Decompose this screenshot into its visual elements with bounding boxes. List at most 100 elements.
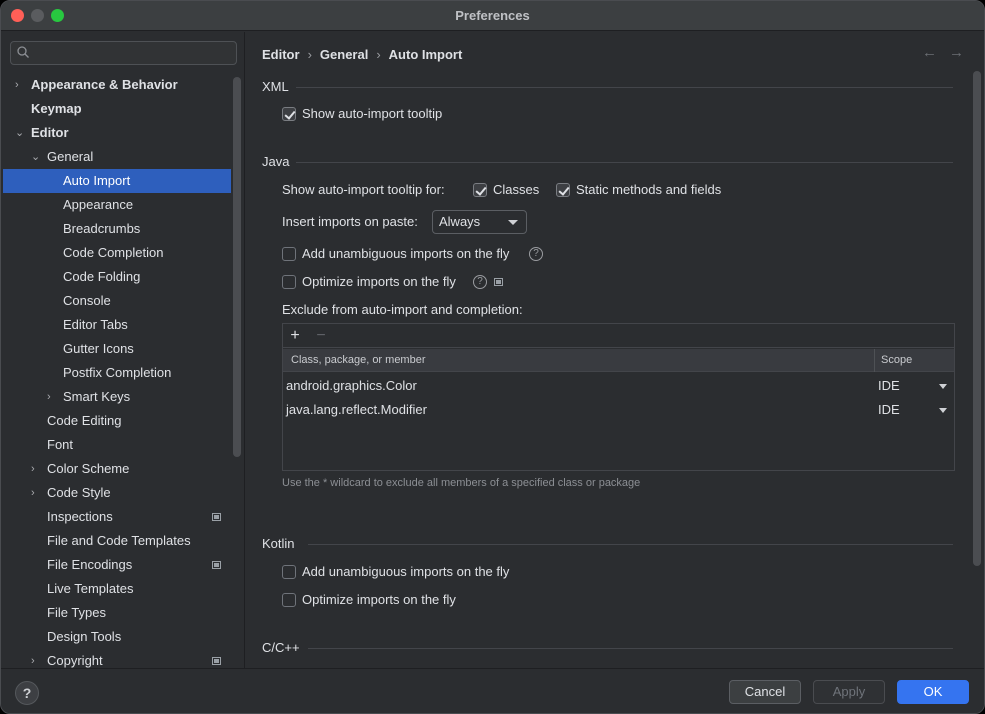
window-title: Preferences — [455, 8, 530, 23]
table-cell-scope[interactable]: IDE — [878, 374, 900, 398]
table-cell-name: java.lang.reflect.Modifier — [286, 402, 427, 417]
project-scope-icon — [494, 278, 503, 286]
sidebar-item-file-encodings[interactable]: File Encodings — [1, 553, 231, 577]
sidebar-item-label: General — [47, 149, 94, 164]
table-cell-scope[interactable]: IDE — [878, 398, 900, 422]
forward-arrow-icon[interactable]: → — [949, 44, 965, 62]
sidebar-item-label: Editor — [31, 125, 69, 140]
column-header-scope[interactable]: Scope — [881, 349, 912, 372]
exclude-label: Exclude from auto-import and completion: — [282, 302, 523, 317]
breadcrumb-separator-icon: › — [376, 47, 381, 62]
sidebar-item-editor-tabs[interactable]: Editor Tabs — [1, 313, 231, 337]
sidebar-item-label: Auto Import — [63, 173, 131, 188]
add-icon[interactable]: + — [286, 326, 304, 346]
sidebar-scrollbar[interactable] — [233, 77, 241, 457]
checkbox-label: Optimize imports on the fly — [302, 274, 456, 289]
sidebar-item-inspections[interactable]: Inspections — [1, 505, 231, 529]
checkbox-unchecked[interactable] — [282, 565, 296, 579]
settings-sidebar: › Appearance & Behavior Keymap ⌄ Editor … — [1, 32, 245, 668]
sidebar-item-breadcrumbs[interactable]: Breadcrumbs — [1, 217, 231, 241]
help-button[interactable]: ? — [15, 681, 39, 705]
sidebar-item-label: Postfix Completion — [63, 365, 172, 380]
sidebar-item-label: Color Scheme — [47, 461, 130, 476]
insert-on-paste-select[interactable]: Always — [432, 210, 527, 234]
sidebar-item-color-scheme[interactable]: › Color Scheme — [1, 457, 231, 481]
checkbox-checked[interactable] — [282, 107, 296, 121]
preferences-window: Preferences › Appearance & Behavior Keym… — [0, 0, 985, 714]
title-bar: Preferences — [1, 1, 984, 31]
checkbox-unchecked[interactable] — [282, 593, 296, 607]
sidebar-item-label: Code Style — [47, 485, 111, 500]
section-divider — [296, 162, 953, 163]
checkbox-checked[interactable] — [473, 183, 487, 197]
project-scope-icon — [212, 513, 221, 521]
sidebar-item-code-folding[interactable]: Code Folding — [1, 265, 231, 289]
chevron-down-icon[interactable]: ⌄ — [15, 121, 27, 145]
sidebar-item-general[interactable]: ⌄ General — [1, 145, 231, 169]
sidebar-item-label: Inspections — [47, 509, 113, 524]
sidebar-item-console[interactable]: Console — [1, 289, 231, 313]
table-header: Class, package, or member Scope — [283, 349, 954, 372]
sidebar-item-file-types[interactable]: File Types — [1, 601, 231, 625]
checkbox-checked[interactable] — [556, 183, 570, 197]
sidebar-item-label: Code Folding — [63, 269, 141, 284]
checkbox-label: Show auto-import tooltip — [302, 106, 443, 121]
chevron-right-icon[interactable]: › — [31, 457, 43, 481]
section-divider — [308, 544, 953, 545]
help-icon[interactable]: ? — [473, 275, 487, 289]
checkbox-label: Add unambiguous imports on the fly — [302, 246, 510, 261]
dropdown-arrow-icon — [508, 220, 518, 225]
breadcrumb-item[interactable]: General — [320, 45, 368, 65]
section-title-java: Java — [262, 154, 290, 169]
dropdown-arrow-icon[interactable] — [939, 408, 947, 413]
chevron-right-icon[interactable]: › — [31, 649, 43, 668]
remove-icon[interactable]: − — [312, 326, 330, 346]
sidebar-item-appearance-behavior[interactable]: › Appearance & Behavior — [1, 73, 231, 97]
sidebar-item-copyright[interactable]: › Copyright — [1, 649, 231, 668]
chevron-right-icon[interactable]: › — [31, 481, 43, 505]
sidebar-item-live-templates[interactable]: Live Templates — [1, 577, 231, 601]
sidebar-item-label: Console — [63, 293, 111, 308]
sidebar-item-label: Code Editing — [47, 413, 122, 428]
dropdown-arrow-icon[interactable] — [939, 384, 947, 389]
sidebar-item-design-tools[interactable]: Design Tools — [1, 625, 231, 649]
sidebar-item-code-completion[interactable]: Code Completion — [1, 241, 231, 265]
breadcrumb-separator-icon: › — [307, 47, 312, 62]
sidebar-item-label: Design Tools — [47, 629, 122, 644]
back-arrow-icon[interactable]: ← — [922, 44, 938, 62]
column-divider[interactable] — [874, 349, 875, 372]
chevron-down-icon[interactable]: ⌄ — [31, 145, 43, 169]
breadcrumb-item[interactable]: Editor — [262, 45, 300, 65]
sidebar-item-label: Smart Keys — [63, 389, 131, 404]
table-row[interactable]: android.graphics.Color IDE — [283, 374, 954, 398]
sidebar-item-file-code-templates[interactable]: File and Code Templates — [1, 529, 231, 553]
sidebar-item-gutter-icons[interactable]: Gutter Icons — [1, 337, 231, 361]
section-title-xml: XML — [262, 79, 289, 94]
settings-search-input[interactable] — [10, 41, 237, 65]
ok-button[interactable]: OK — [897, 680, 969, 704]
apply-button[interactable]: Apply — [813, 680, 885, 704]
sidebar-item-label: Breadcrumbs — [63, 221, 141, 236]
checkbox-unchecked[interactable] — [282, 247, 296, 261]
sidebar-item-code-style[interactable]: › Code Style — [1, 481, 231, 505]
checkbox-unchecked[interactable] — [282, 275, 296, 289]
content-scrollbar[interactable] — [973, 71, 981, 566]
sidebar-item-editor[interactable]: ⌄ Editor — [1, 121, 231, 145]
sidebar-item-appearance[interactable]: Appearance — [1, 193, 231, 217]
sidebar-item-postfix-completion[interactable]: Postfix Completion — [1, 361, 231, 385]
cancel-button[interactable]: Cancel — [729, 680, 801, 704]
chevron-right-icon[interactable]: › — [15, 73, 27, 97]
table-row[interactable]: java.lang.reflect.Modifier IDE — [283, 398, 954, 422]
sidebar-item-code-editing[interactable]: Code Editing — [1, 409, 231, 433]
sidebar-item-label: File Encodings — [47, 557, 133, 572]
exclude-table: + − Class, package, or member Scope andr… — [282, 323, 955, 471]
sidebar-item-smart-keys[interactable]: › Smart Keys — [1, 385, 231, 409]
sidebar-item-auto-import[interactable]: Auto Import — [3, 169, 231, 193]
sidebar-item-font[interactable]: Font — [1, 433, 231, 457]
section-divider — [308, 648, 953, 649]
sidebar-item-label: Appearance — [63, 197, 134, 212]
column-header-name[interactable]: Class, package, or member — [291, 349, 426, 372]
chevron-right-icon[interactable]: › — [47, 385, 59, 409]
help-icon[interactable]: ? — [529, 247, 543, 261]
sidebar-item-keymap[interactable]: Keymap — [1, 97, 231, 121]
